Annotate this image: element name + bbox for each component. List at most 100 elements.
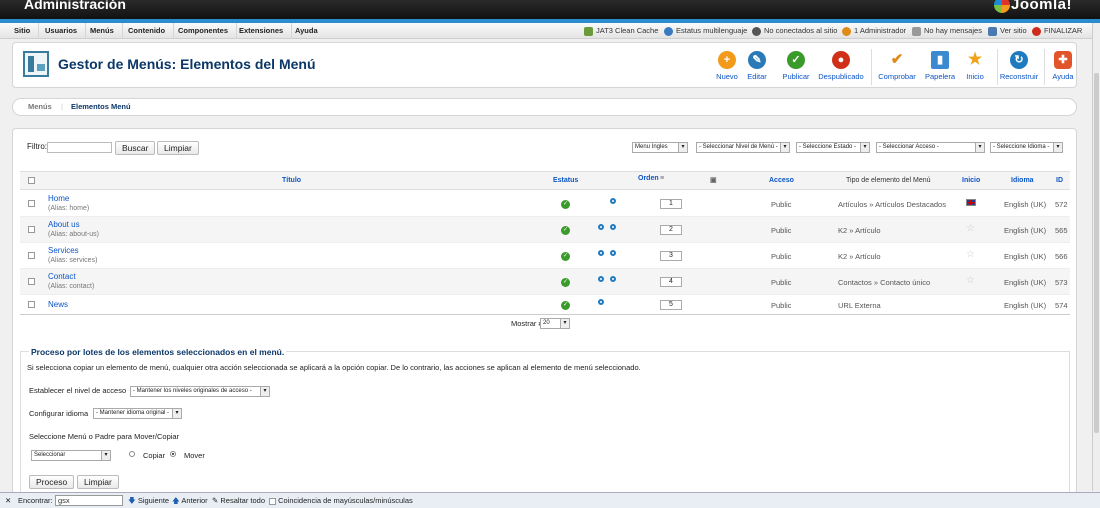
star-outline-icon[interactable]: ☆ [966, 249, 975, 260]
state-select[interactable]: - Seleccione Estado - ▾ [796, 142, 870, 153]
item-alias: (Alias: services) [48, 257, 98, 264]
row-checkbox[interactable] [28, 200, 35, 207]
select-all-checkbox[interactable] [28, 177, 35, 184]
joomla-logo-icon [994, 0, 1010, 13]
row-checkbox[interactable] [28, 301, 35, 308]
clear-filter-button[interactable]: Limpiar [157, 141, 199, 155]
submenu-divider: | [61, 102, 63, 111]
item-language: English (UK) [1004, 200, 1047, 209]
item-type: Contactos » Contacto único [838, 278, 931, 287]
header-status[interactable]: Estatus [553, 172, 578, 190]
item-title-link[interactable]: Services [48, 246, 79, 255]
header-language[interactable]: Idioma [1011, 172, 1034, 190]
language-select[interactable]: - Seleccione Idioma - ▾ [990, 142, 1063, 153]
home-button[interactable]: ★ Inicio [950, 51, 1000, 85]
header-home[interactable]: Inicio [962, 172, 980, 190]
batch-menu-select[interactable]: Seleccionar ▾ [31, 450, 111, 461]
order-input[interactable]: 5 [660, 300, 682, 310]
row-checkbox[interactable] [28, 278, 35, 285]
order-down-icon[interactable] [610, 276, 616, 282]
menu-contenido[interactable]: Contenido [120, 23, 175, 39]
find-input[interactable]: gsx [55, 495, 123, 506]
menu-extensiones[interactable]: Extensiones [231, 23, 293, 39]
admin-header: Administración Joomla! [0, 0, 1100, 19]
admins-status: 1 Administrador [842, 23, 906, 39]
order-input[interactable]: 1 [660, 199, 682, 209]
close-icon[interactable]: ✕ [5, 493, 11, 508]
submenu-menus[interactable]: Menús [28, 99, 52, 115]
filter-input[interactable] [47, 142, 112, 153]
limit-select[interactable]: 20 ▾ [540, 318, 570, 329]
order-up-icon[interactable] [598, 276, 604, 282]
batch-access-select[interactable]: - Mantener los niveles originales de acc… [130, 386, 270, 397]
order-input[interactable]: 4 [660, 277, 682, 287]
joomla-logo: Joomla! [1010, 0, 1072, 13]
uk-flag-icon[interactable] [966, 199, 976, 206]
search-button[interactable]: Buscar [115, 141, 156, 155]
access-select[interactable]: - Seleccionar Acceso - ▾ [876, 142, 985, 153]
batch-description: Si selecciona copiar un elemento de menú… [27, 363, 641, 372]
copy-radio[interactable] [129, 451, 135, 457]
submenu-items[interactable]: Elementos Menú [71, 99, 131, 115]
order-up-icon[interactable] [598, 299, 604, 305]
item-title-link[interactable]: Home [48, 194, 69, 203]
row-checkbox[interactable] [28, 252, 35, 259]
item-title-link[interactable]: Contact [48, 272, 76, 281]
order-down-icon[interactable] [610, 250, 616, 256]
admin-user-icon [842, 26, 851, 36]
header-id[interactable]: ID [1056, 172, 1063, 190]
item-title-link[interactable]: About us [48, 220, 80, 229]
menu-sitio[interactable]: Sitio [6, 23, 40, 39]
menu-componentes[interactable]: Componentes [170, 23, 238, 39]
find-next-button[interactable]: 🡇 Siguiente [128, 493, 169, 508]
publish-button[interactable]: ✓ Publicar [771, 51, 821, 85]
menu-usuarios[interactable]: Usuarios [37, 23, 87, 39]
menu-select[interactable]: Menu Ingles ▾ [632, 142, 688, 153]
match-case-checkbox[interactable] [269, 497, 276, 505]
order-down-icon[interactable] [610, 224, 616, 230]
header-access[interactable]: Acceso [769, 172, 794, 190]
order-up-icon[interactable] [598, 250, 604, 256]
view-site-link[interactable]: Ver sitio [988, 23, 1027, 39]
order-up-icon[interactable] [598, 224, 604, 230]
menu-menus[interactable]: Menús [82, 23, 123, 39]
rebuild-button[interactable]: ↻ Reconstruir [994, 51, 1044, 85]
item-access: Public [771, 200, 792, 209]
messages-status-link[interactable]: No hay mensajes [912, 23, 982, 39]
item-title-link[interactable]: News [48, 300, 68, 309]
find-prev-button[interactable]: 🡅 Anterior [172, 493, 208, 508]
level-select[interactable]: - Seleccionar Nivel de Menú - ▾ [696, 142, 790, 153]
save-order-icon[interactable]: ▣ [710, 172, 717, 190]
item-language: English (UK) [1004, 226, 1047, 235]
published-icon[interactable]: ✓ [561, 200, 570, 209]
help-button[interactable]: ✚ Ayuda [1038, 51, 1088, 85]
move-radio[interactable] [170, 451, 176, 457]
site-visitors-status: No conectados al sitio [752, 23, 837, 39]
published-icon[interactable]: ✓ [561, 252, 570, 261]
menu-ayuda[interactable]: Ayuda [287, 23, 326, 39]
jat3-cache-link[interactable]: JAT3 Clean Cache [584, 23, 658, 39]
batch-process-button[interactable]: Proceso [29, 475, 75, 489]
order-input[interactable]: 3 [660, 251, 682, 261]
published-icon[interactable]: ✓ [561, 301, 570, 310]
match-case-option[interactable]: Coincidencia de mayúsculas/minúsculas [269, 493, 413, 508]
item-language: English (UK) [1004, 252, 1047, 261]
order-input[interactable]: 2 [660, 225, 682, 235]
scrollbar-thumb[interactable] [1094, 73, 1099, 433]
batch-language-select[interactable]: - Mantener idioma original - ▾ [93, 408, 182, 419]
unpublish-button[interactable]: ● Despublicado [816, 51, 866, 85]
order-down-icon[interactable] [610, 198, 616, 204]
star-outline-icon[interactable]: ☆ [966, 223, 975, 234]
row-checkbox[interactable] [28, 226, 35, 233]
multilang-status-link[interactable]: Estatus multilenguaje [664, 23, 747, 39]
published-icon[interactable]: ✓ [561, 278, 570, 287]
page-scrollbar[interactable] [1092, 23, 1100, 491]
star-outline-icon[interactable]: ☆ [966, 275, 975, 286]
logout-link[interactable]: FINALIZAR [1032, 23, 1082, 39]
highlight-all-button[interactable]: ✎ Resaltar todo [212, 493, 265, 508]
published-icon[interactable]: ✓ [561, 226, 570, 235]
batch-clear-button[interactable]: Limpiar [77, 475, 119, 489]
header-title[interactable]: Título [282, 172, 301, 190]
item-type: K2 » Artículo [838, 252, 881, 261]
header-order[interactable]: Orden [638, 170, 659, 188]
